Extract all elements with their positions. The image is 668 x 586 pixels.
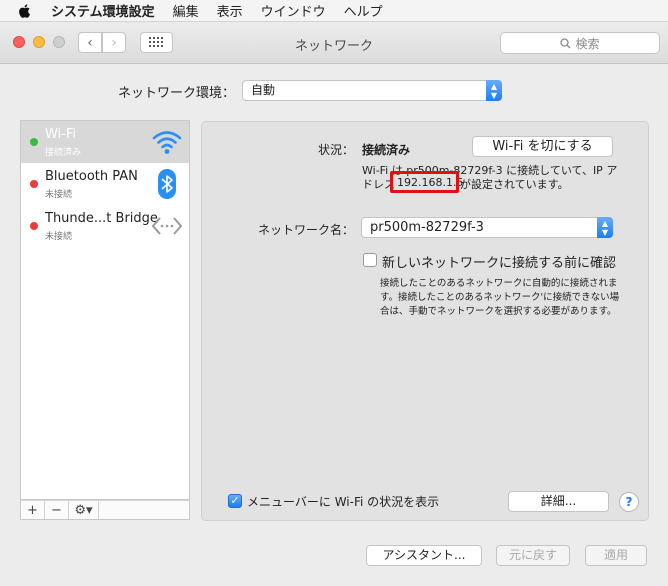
location-value: 自動 [251,83,276,97]
turn-off-wifi-button[interactable]: Wi-Fi を切にする [472,136,613,157]
search-field[interactable]: 検索 [500,32,660,54]
service-name: Thunde...t Bridge [45,211,158,226]
location-label: ネットワーク環境： [118,86,236,101]
bluetooth-icon [158,169,176,199]
search-placeholder: 検索 [575,36,600,51]
action-menu-button[interactable]: ⚙▾ [69,501,99,519]
revert-button[interactable]: 元に戻す [496,545,570,566]
service-status: 未接続 [45,232,73,242]
ask-to-join-help-line3: 合は、手動でネットワークを選択する必要があります。 [380,306,617,317]
show-all-button[interactable] [140,32,173,53]
status-dot-icon [30,222,38,230]
ip-highlight-box [390,171,459,193]
status-description-suffix: が設定されています。 [460,178,569,191]
menu-view[interactable]: 表示 [217,1,243,20]
minimize-button[interactable] [33,36,45,48]
network-name-label: ネットワーク名： [258,223,355,237]
status-value: 接続済み [362,143,411,157]
menu-bar: システム環境設定 編集 表示 ウインドウ ヘルプ [0,0,668,22]
service-name: Wi-Fi [45,127,77,142]
service-name: Bluetooth PAN [45,169,138,184]
status-label: 状況： [318,143,355,157]
network-name-value: pr500m-82729f-3 [370,220,484,235]
help-button[interactable]: ? [619,492,639,512]
ask-to-join-help-line2: す。接続したことのあるネットワーク'に接続できない場 [380,292,620,303]
menu-edit[interactable]: 編集 [173,1,199,20]
search-icon [560,37,571,48]
back-button[interactable]: ‹ [78,32,102,53]
window-title: ネットワーク [294,39,373,54]
show-wifi-in-menubar-checkbox[interactable]: ✓ [228,494,242,508]
wifi-icon [152,131,182,154]
network-name-popup[interactable]: pr500m-82729f-3 ▲ ▼ [361,217,613,238]
menu-help[interactable]: ヘルプ [344,1,383,20]
thunderbolt-bridge-icon [151,217,183,235]
show-wifi-in-menubar-label: メニューバーに Wi-Fi の状況を表示 [247,495,440,509]
location-popup[interactable]: 自動 ▲ ▼ [242,80,502,101]
advanced-button[interactable]: 詳細... [508,491,609,512]
ask-to-join-label: 新しいネットワークに接続する前に確認 [382,256,617,271]
apply-button[interactable]: 適用 [585,545,647,566]
service-item-bluetooth-pan[interactable]: Bluetooth PAN 未接続 [21,163,189,205]
menu-app-name[interactable]: システム環境設定 [51,1,155,20]
assistant-button[interactable]: アシスタント... [366,545,482,566]
grid-icon [149,37,163,47]
apple-menu-icon[interactable] [17,3,33,19]
service-list: Wi-Fi 接続済み Bluetooth PAN 未接続 Thunde...t … [20,120,190,500]
popup-arrows-icon: ▲ ▼ [597,217,613,238]
service-status: 未接続 [45,190,73,200]
zoom-button[interactable] [53,36,65,48]
ask-to-join-help-line1: 接続したことのあるネットワークに自動的に接続されま [380,278,618,289]
status-dot-icon [30,138,38,146]
title-bar: ‹ › ネットワーク 検索 [0,22,668,64]
chevron-left-icon: ‹ [87,34,93,51]
service-status: 接続済み [45,148,82,158]
status-dot-icon [30,180,38,188]
menu-window[interactable]: ウインドウ [261,1,326,20]
chevron-right-icon: › [111,34,117,51]
popup-arrows-icon: ▲ ▼ [486,80,502,101]
service-item-thunderbolt-bridge[interactable]: Thunde...t Bridge 未接続 [21,205,189,247]
remove-service-button[interactable]: − [45,501,69,519]
service-item-wifi[interactable]: Wi-Fi 接続済み [21,121,189,163]
forward-button[interactable]: › [102,32,126,53]
close-button[interactable] [13,36,25,48]
ask-to-join-checkbox[interactable] [363,253,377,267]
service-list-toolbar: + − ⚙▾ [20,500,190,520]
add-service-button[interactable]: + [21,501,45,519]
